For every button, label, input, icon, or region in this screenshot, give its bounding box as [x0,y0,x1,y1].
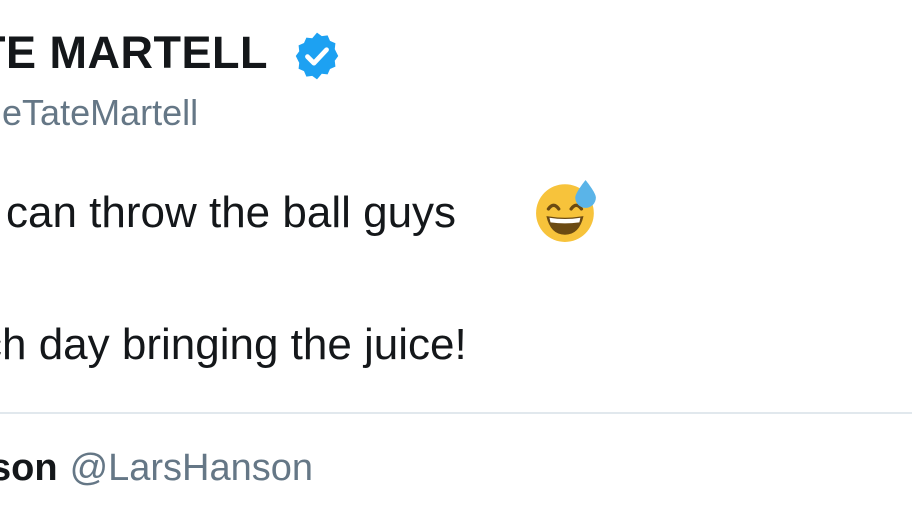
tweet-text-line-1: i can throw the ball guys [0,188,457,237]
quoted-user-handle[interactable]: @LarsHanson [70,447,313,489]
verified-badge-icon [295,32,339,80]
tweet-text-line-2: ch day bringing the juice! [0,320,467,369]
display-name[interactable]: TE MARTELL [0,27,268,79]
tweet-screenshot: TE MARTELL neTateMartell i can throw the… [0,0,912,516]
quoted-tweet-header[interactable]: son @LarsHanson [0,447,313,490]
grinning-face-with-sweat-icon [536,180,596,242]
user-handle[interactable]: neTateMartell [0,92,198,134]
quoted-user-name[interactable]: son [0,447,58,489]
divider [0,412,912,414]
